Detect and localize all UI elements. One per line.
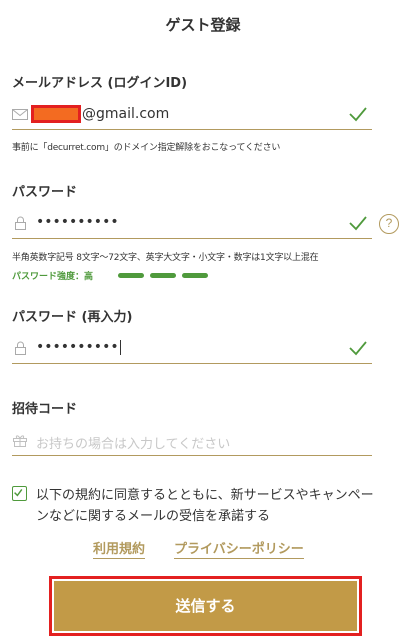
agreement-text: 以下の規約に同意するとともに、新サービスやキャンペーンなどに関するメールの受信を… — [36, 488, 374, 524]
password-confirm-dots: •••••••••• — [36, 339, 119, 355]
password-confirm-label: パスワード (再入力) — [12, 310, 133, 325]
terms-link[interactable]: 利用規約 — [93, 538, 146, 559]
email-domain: @gmail.com — [82, 106, 170, 122]
page-title: ゲスト登録 — [165, 16, 241, 34]
password-field[interactable]: •••••••••• — [12, 209, 372, 239]
strength-bar — [118, 273, 144, 278]
strength-bar — [182, 273, 208, 278]
password-value: •••••••••• — [36, 214, 119, 230]
privacy-policy-link[interactable]: プライバシーポリシー — [174, 538, 304, 559]
lock-icon — [15, 341, 26, 355]
strength-bar — [150, 273, 176, 278]
agreement-checkbox[interactable] — [12, 486, 27, 501]
check-icon — [349, 216, 367, 231]
redacted-username — [31, 105, 81, 123]
checkmark-icon — [14, 488, 23, 497]
check-icon — [349, 107, 367, 122]
email-value: @gmail.com — [26, 105, 170, 123]
email-field[interactable]: @gmail.com — [12, 100, 372, 130]
submit-highlight: 送信する — [49, 576, 362, 636]
check-icon — [349, 341, 367, 356]
password-strength-meter — [118, 273, 208, 278]
submit-button[interactable]: 送信する — [54, 581, 357, 631]
password-confirm-field[interactable]: •••••••••• — [12, 334, 372, 364]
invite-code-placeholder: お持ちの場合は入力してください — [36, 437, 231, 452]
email-note: 事前に「decurret.com」のドメイン指定解除をおこなってください — [12, 143, 281, 153]
email-label: メールアドレス (ログインID) — [12, 76, 188, 91]
lock-icon — [15, 216, 26, 230]
gift-icon — [13, 435, 27, 447]
password-confirm-value: •••••••••• — [36, 339, 121, 355]
invite-code-field[interactable]: お持ちの場合は入力してください — [12, 426, 372, 456]
password-strength-label: パスワード強度：高 — [12, 272, 94, 282]
text-cursor — [119, 339, 121, 355]
invite-label: 招待コード — [12, 402, 78, 417]
password-label: パスワード — [12, 185, 78, 200]
password-rule: 半角英数字記号 8文字〜72文字、英字大文字・小文字・数字は1文字以上混在 — [12, 253, 319, 263]
password-help-icon[interactable]: ? — [379, 214, 399, 234]
